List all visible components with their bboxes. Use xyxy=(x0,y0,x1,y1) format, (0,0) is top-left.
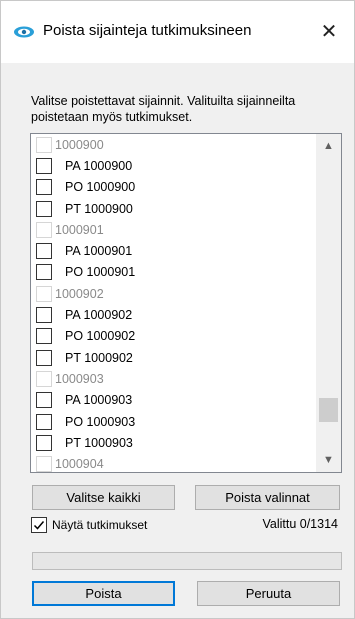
location-item-row[interactable]: PA 1000900 xyxy=(31,155,316,176)
row-label: PA 1000903 xyxy=(65,393,133,408)
window-title: Poista sijainteja tutkimuksineen xyxy=(43,22,252,39)
show-studies-toggle[interactable]: Näytä tutkimukset xyxy=(31,515,147,535)
row-label: PO 1000902 xyxy=(65,329,136,344)
row-label: 1000902 xyxy=(55,286,104,301)
selection-counter: Valittu 0/1314 xyxy=(262,517,338,531)
row-checkbox[interactable] xyxy=(36,434,52,451)
row-checkbox[interactable] xyxy=(36,243,52,260)
location-item-row[interactable]: PT 1000902 xyxy=(31,347,316,368)
row-label: PA 1000902 xyxy=(65,308,133,323)
row-label: PT 1000903 xyxy=(65,435,133,450)
location-item-row[interactable]: PO 1000902 xyxy=(31,326,316,347)
row-checkbox[interactable] xyxy=(36,307,52,324)
select-all-button[interactable]: Valitse kaikki xyxy=(32,485,175,510)
cancel-button[interactable]: Peruuta xyxy=(197,581,340,606)
row-label: PT 1000902 xyxy=(65,350,133,365)
row-label: PA 1000901 xyxy=(65,244,133,259)
row-checkbox[interactable] xyxy=(36,392,52,409)
app-icon xyxy=(14,26,34,38)
location-list: 1000900 PA 1000900 PO 1000900 PT 1000900 100… xyxy=(31,134,316,472)
row-checkbox xyxy=(36,221,52,238)
row-label: PO 1000900 xyxy=(65,180,136,195)
location-group-row[interactable]: 1000902 xyxy=(31,283,316,304)
row-label: 1000904 xyxy=(55,457,104,472)
location-item-row[interactable]: PA 1000902 xyxy=(31,304,316,325)
location-item-row[interactable]: PA 1000903 xyxy=(31,390,316,411)
row-checkbox[interactable] xyxy=(36,349,52,366)
dialog-window: Poista sijainteja tutkimuksineen ✕ Valit… xyxy=(0,0,355,619)
show-studies-label: Näytä tutkimukset xyxy=(52,518,148,532)
delete-button[interactable]: Poista xyxy=(32,581,175,606)
location-item-row[interactable]: PA 1000901 xyxy=(31,240,316,261)
row-label: PT 1000900 xyxy=(65,201,133,216)
close-icon[interactable]: ✕ xyxy=(304,11,354,51)
instructions-text: Valitse poistettavat sijainnit. Valituil… xyxy=(31,94,296,124)
location-group-row[interactable]: 1000901 xyxy=(31,219,316,240)
title-bar: Poista sijainteja tutkimuksineen ✕ xyxy=(1,1,354,63)
row-checkbox xyxy=(36,285,52,302)
row-label: 1000900 xyxy=(55,137,104,152)
row-checkbox xyxy=(36,456,52,472)
location-group-row[interactable]: 1000904 xyxy=(31,453,316,472)
row-label: PO 1000901 xyxy=(65,265,136,280)
row-checkbox[interactable] xyxy=(36,157,52,174)
row-checkbox xyxy=(36,370,52,387)
clear-selection-button[interactable]: Poista valinnat xyxy=(195,485,340,510)
row-checkbox[interactable] xyxy=(36,328,52,345)
location-item-row[interactable]: PO 1000900 xyxy=(31,177,316,198)
location-item-row[interactable]: PO 1000901 xyxy=(31,262,316,283)
location-item-row[interactable]: PT 1000900 xyxy=(31,198,316,219)
location-group-row[interactable]: 1000900 xyxy=(31,134,316,155)
vertical-scrollbar[interactable]: ▲ ▼ xyxy=(316,134,341,472)
scroll-thumb[interactable] xyxy=(319,398,338,422)
location-group-row[interactable]: 1000903 xyxy=(31,368,316,389)
row-checkbox[interactable] xyxy=(36,413,52,430)
row-checkbox[interactable] xyxy=(36,179,52,196)
location-item-row[interactable]: PT 1000903 xyxy=(31,432,316,453)
row-label: 1000901 xyxy=(55,222,104,237)
checkmark-icon xyxy=(33,521,45,530)
show-studies-checkbox[interactable] xyxy=(31,517,47,533)
row-checkbox[interactable] xyxy=(36,200,52,217)
scroll-up-icon[interactable]: ▲ xyxy=(316,136,341,156)
row-checkbox xyxy=(36,136,52,153)
row-label: PA 1000900 xyxy=(65,158,133,173)
location-item-row[interactable]: PO 1000903 xyxy=(31,411,316,432)
row-label: PO 1000903 xyxy=(65,414,136,429)
row-label: 1000903 xyxy=(55,371,104,386)
scroll-down-icon[interactable]: ▼ xyxy=(316,450,341,470)
progress-bar xyxy=(32,552,342,570)
row-checkbox[interactable] xyxy=(36,264,52,281)
location-listbox[interactable]: 1000900 PA 1000900 PO 1000900 PT 1000900 100… xyxy=(30,133,342,473)
